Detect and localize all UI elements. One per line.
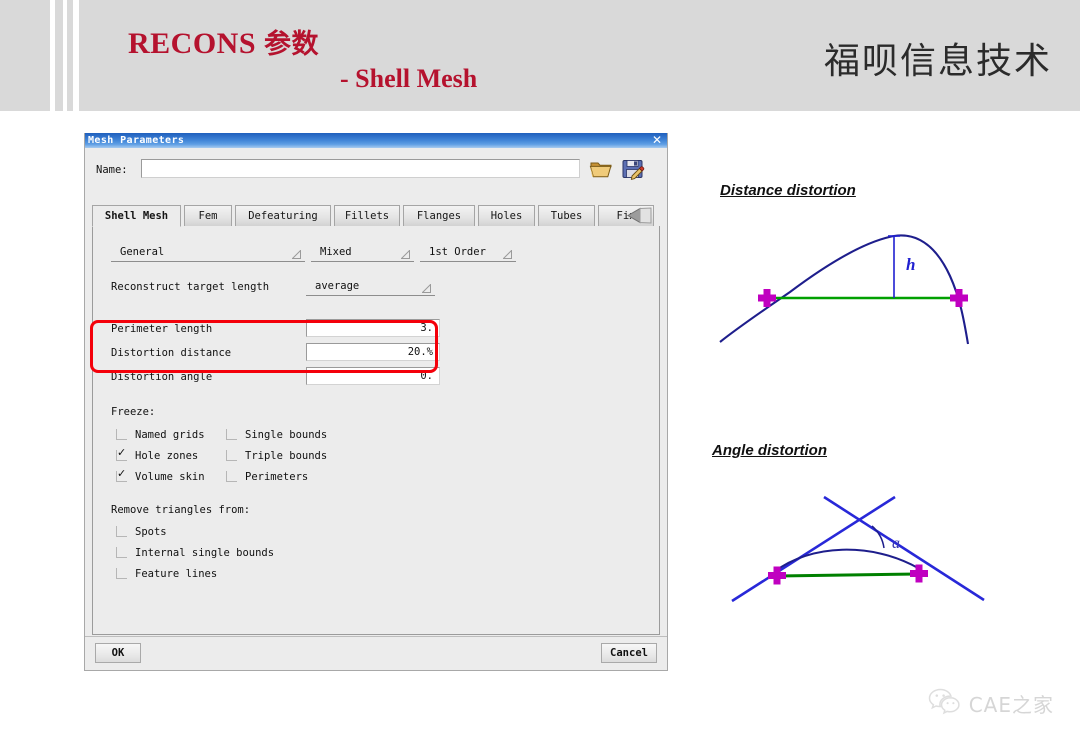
dialog-body: Name: Shell Mesh Fem Defeaturing Fillets… (85, 148, 667, 669)
alpha-annotation-label: a (892, 535, 900, 552)
reconstruct-target-length-value: average (315, 280, 360, 292)
cancel-button[interactable]: Cancel (601, 643, 657, 663)
watermark-text: CAE之家 (968, 693, 1054, 717)
h-annotation-label: h (906, 255, 915, 274)
angle-distortion-diagram: Angle distortion a (712, 442, 1022, 603)
tab-defeaturing[interactable]: Defeaturing (235, 205, 331, 227)
checkbox-box (116, 526, 127, 537)
chevron-down-icon (502, 249, 512, 259)
chevron-down-icon (421, 283, 431, 293)
distance-distortion-diagram: Distance distortion h (712, 182, 1022, 345)
checkbox-perimeters[interactable]: Perimeters (226, 469, 308, 484)
checkbox-internal-single-bounds[interactable]: Internal single bounds (116, 545, 274, 560)
brand-name: 福呗信息技术 (823, 41, 1052, 82)
checkbox-volume-skin[interactable]: ✓ Volume skin (116, 467, 205, 484)
dropdown-general[interactable]: General (111, 243, 305, 262)
distortion-distance-input[interactable]: 20.% (306, 343, 440, 361)
checkbox-label: Internal single bounds (135, 546, 275, 559)
page-title-en: RECONS (128, 27, 257, 60)
checkbox-single-bounds[interactable]: Single bounds (226, 427, 327, 442)
accent-bar-2 (63, 0, 67, 748)
dropdown-element-order[interactable]: 1st Order (420, 243, 516, 262)
chevron-down-icon (400, 249, 410, 259)
watermark: CAE之家 (928, 687, 1054, 720)
scroll-left-arrow-icon[interactable] (627, 205, 661, 229)
ok-button[interactable]: OK (95, 643, 141, 663)
tab-flanges[interactable]: Flanges (403, 205, 475, 227)
tab-holes[interactable]: Holes (478, 205, 535, 227)
checkbox-spots[interactable]: Spots (116, 524, 167, 539)
checkbox-named-grids[interactable]: Named grids (116, 427, 205, 442)
freeze-heading: Freeze: (111, 406, 156, 418)
checkbox-label: Named grids (135, 428, 205, 441)
checkbox-box (116, 429, 127, 440)
checkbox-box (226, 450, 237, 461)
checkbox-box (116, 547, 127, 558)
page-title-cn: 参数 (264, 29, 320, 60)
dropdown-general-value: General (120, 246, 165, 258)
checkbox-label: Feature lines (135, 567, 218, 580)
save-disk-icon[interactable] (620, 157, 646, 181)
folder-open-icon[interactable] (588, 157, 614, 181)
tab-fillets[interactable]: Fillets (334, 205, 400, 227)
checkbox-box: ✓ (116, 446, 127, 461)
tab-tubes[interactable]: Tubes (538, 205, 595, 227)
shell-mesh-panel: General Mixed 1st Order Reconstruct targ… (92, 226, 660, 635)
name-label: Name: (96, 164, 128, 176)
tab-strip: Shell Mesh Fem Defeaturing Fillets Flang… (92, 205, 660, 227)
checkbox-label: Volume skin (135, 470, 205, 483)
dialog-titlebar[interactable]: Mesh Parameters ✕ (85, 133, 667, 148)
accent-bar-3 (73, 0, 79, 748)
checkbox-triple-bounds[interactable]: Triple bounds (226, 448, 327, 463)
checkbox-hole-zones[interactable]: ✓ Hole zones (116, 446, 199, 463)
distance-distortion-caption: Distance distortion (720, 182, 856, 199)
page-title: RECONS 参数 (128, 22, 319, 61)
remove-triangles-heading: Remove triangles from: (111, 504, 251, 516)
checkbox-feature-lines[interactable]: Feature lines (116, 566, 217, 581)
name-input[interactable] (141, 159, 580, 178)
dropdown-element-type-value: Mixed (320, 246, 352, 258)
tab-shell-mesh[interactable]: Shell Mesh (92, 205, 181, 227)
checkbox-box: ✓ (116, 467, 127, 482)
slide-canvas: RECONS 参数 - Shell Mesh 福呗信息技术 Mesh Param… (0, 0, 1080, 748)
distortion-angle-label: Distortion angle (111, 371, 213, 383)
chevron-down-icon (291, 249, 301, 259)
perimeter-length-label: Perimeter length (111, 323, 213, 335)
perimeter-length-input[interactable]: 3. (306, 319, 440, 337)
checkbox-label: Perimeters (245, 470, 309, 483)
checkbox-box (226, 429, 237, 440)
checkbox-box (116, 568, 127, 579)
close-icon[interactable]: ✕ (652, 134, 662, 147)
distortion-angle-input[interactable]: 0. (306, 367, 440, 385)
mesh-parameters-dialog: Mesh Parameters ✕ Name: Shell Mesh Fem D… (84, 133, 668, 671)
checkbox-label: Hole zones (135, 449, 199, 462)
checkbox-label: Spots (135, 525, 167, 538)
tab-fem[interactable]: Fem (184, 205, 232, 227)
wechat-icon (928, 687, 962, 720)
check-icon: ✓ (117, 446, 127, 459)
check-icon: ✓ (117, 467, 127, 480)
angle-distortion-caption: Angle distortion (712, 442, 827, 459)
dropdown-element-type[interactable]: Mixed (311, 243, 414, 262)
dialog-button-bar: OK Cancel (85, 636, 667, 669)
reconstruct-target-length-dropdown[interactable]: average (306, 277, 435, 296)
checkbox-label: Single bounds (245, 428, 328, 441)
reconstruct-target-length-label: Reconstruct target length (111, 281, 270, 293)
checkbox-label: Triple bounds (245, 449, 328, 462)
dialog-title: Mesh Parameters (88, 135, 185, 146)
accent-bar-1 (50, 0, 55, 748)
dropdown-element-order-value: 1st Order (429, 246, 486, 258)
page-subtitle: - Shell Mesh (340, 64, 478, 93)
name-row: Name: (85, 156, 667, 186)
distortion-distance-label: Distortion distance (111, 347, 232, 359)
checkbox-box (226, 471, 237, 482)
